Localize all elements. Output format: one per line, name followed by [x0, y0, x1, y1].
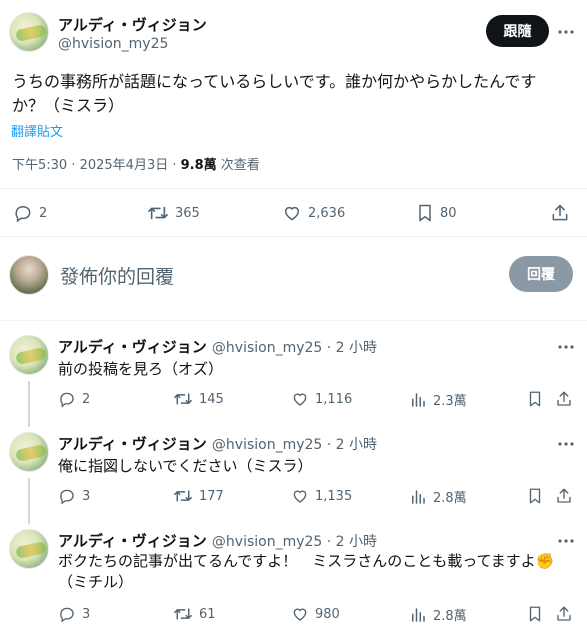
more-options-icon[interactable] — [556, 22, 576, 42]
analytics-icon — [409, 391, 427, 409]
repost-icon — [147, 203, 169, 223]
reply-count: 2 — [82, 391, 91, 407]
divider — [0, 236, 587, 237]
compose-reply-input[interactable]: 發佈你的回覆 — [60, 262, 174, 289]
repost-action[interactable]: 145 — [173, 390, 224, 408]
share-icon[interactable] — [555, 390, 573, 408]
reply-count: 3 — [82, 488, 91, 504]
heart-icon — [291, 605, 309, 623]
heart-icon — [291, 390, 309, 408]
like-action[interactable]: 980 — [291, 605, 340, 623]
reply-text: 前の投稿を見ろ（オズ） — [58, 360, 224, 378]
reply-icon — [58, 605, 76, 623]
repost-action[interactable]: 61 — [173, 605, 216, 623]
reply-meta[interactable]: @hvision_my25 · 2 小時 — [212, 534, 377, 550]
repost-count: 145 — [199, 391, 224, 407]
reply-display-name[interactable]: アルディ・ヴィジョン — [58, 338, 207, 356]
more-options-icon[interactable] — [556, 434, 576, 454]
like-count: 1,135 — [315, 488, 353, 504]
bookmark-icon[interactable] — [527, 390, 543, 408]
reply-action[interactable]: 3 — [58, 605, 90, 623]
analytics-icon — [409, 606, 427, 624]
views-action[interactable]: 2.8萬 — [409, 605, 467, 624]
post-timestamp-row: 下午5:30 · 2025年4月3日 · 9.8萬 次查看 — [12, 154, 260, 173]
reply-meta[interactable]: @hvision_my25 · 2 小時 — [212, 437, 377, 453]
views-count: 2.3萬 — [433, 394, 467, 409]
translate-post-link[interactable]: 翻譯貼文 — [11, 121, 63, 140]
views-count: 2.8萬 — [433, 609, 467, 624]
reply-icon — [13, 203, 33, 223]
heart-icon — [291, 487, 309, 505]
views-action[interactable]: 2.8萬 — [409, 487, 467, 506]
reply-avatar[interactable] — [9, 335, 49, 375]
post-text-line-2: か？（ミスラ） — [12, 96, 125, 115]
author-avatar[interactable] — [9, 12, 49, 52]
reply-avatar[interactable] — [9, 529, 49, 569]
repost-icon — [173, 487, 193, 505]
repost-count: 365 — [175, 205, 200, 221]
like-count: 1,116 — [315, 391, 353, 407]
bookmark-icon — [416, 203, 434, 223]
author-handle[interactable]: @hvision_my25 — [58, 36, 168, 52]
post-text: うちの事務所が話題になっているらしいです。誰か何かやらかしたんです か？（ミスラ… — [12, 70, 582, 118]
divider — [0, 320, 587, 321]
like-action[interactable]: 1,135 — [291, 487, 352, 505]
reply-icon — [58, 487, 76, 505]
bookmark-count: 80 — [440, 205, 457, 221]
reply-action[interactable]: 2 — [58, 390, 90, 408]
views-label: 次查看 — [216, 158, 260, 173]
reply-header: アルディ・ヴィジョン @hvision_my25 · 2 小時 — [58, 530, 377, 551]
reply-text-line-1: ボクたちの記事が出てるんですよ！ ミスラさんのことも載ってますよ✊ — [58, 552, 555, 570]
views-count: 2.8萬 — [433, 491, 467, 506]
post-text-line-1: うちの事務所が話題になっているらしいです。誰か何かやらかしたんです — [12, 72, 537, 91]
repost-action[interactable]: 365 — [147, 203, 200, 223]
reply-count: 3 — [82, 606, 91, 622]
reply-display-name[interactable]: アルディ・ヴィジョン — [58, 532, 207, 550]
reply-header: アルディ・ヴィジョン @hvision_my25 · 2 小時 — [58, 433, 377, 454]
bookmark-icon[interactable] — [527, 605, 543, 623]
reply-meta[interactable]: @hvision_my25 · 2 小時 — [212, 340, 377, 356]
bookmark-icon[interactable] — [527, 487, 543, 505]
thread-line — [28, 478, 30, 524]
more-options-icon[interactable] — [556, 531, 576, 551]
follow-button[interactable]: 跟隨 — [486, 15, 549, 47]
repost-action[interactable]: 177 — [173, 487, 224, 505]
share-icon[interactable] — [555, 605, 573, 623]
share-icon[interactable] — [555, 487, 573, 505]
reply-action[interactable]: 2 — [13, 203, 47, 223]
reply-count: 2 — [39, 205, 48, 221]
views-count: 9.8萬 — [180, 158, 217, 173]
reply-submit-button[interactable]: 回覆 — [509, 256, 573, 292]
bookmark-action[interactable]: 80 — [416, 203, 457, 223]
reply-action[interactable]: 3 — [58, 487, 90, 505]
repost-count: 61 — [199, 606, 216, 622]
like-action[interactable]: 1,116 — [291, 390, 352, 408]
author-display-name[interactable]: アルディ・ヴィジョン — [58, 14, 207, 35]
raised-fist-emoji: ✊ — [535, 552, 555, 570]
views-action[interactable]: 2.3萬 — [409, 390, 467, 409]
reply-text: 俺に指図しないでください（ミスラ） — [58, 457, 313, 475]
reply-text: ボクたちの記事が出てるんですよ！ ミスラさんのことも載ってますよ✊ （ミチル） — [58, 551, 583, 593]
reply-icon — [58, 390, 76, 408]
analytics-icon — [409, 488, 427, 506]
more-options-icon[interactable] — [556, 337, 576, 357]
my-avatar[interactable] — [9, 255, 49, 295]
like-action[interactable]: 2,636 — [282, 203, 345, 223]
repost-count: 177 — [199, 488, 224, 504]
repost-icon — [173, 390, 193, 408]
thread-line — [28, 381, 30, 427]
like-count: 980 — [315, 606, 340, 622]
heart-icon — [282, 203, 302, 223]
reply-text-line-2: （ミチル） — [58, 573, 134, 591]
repost-icon — [173, 605, 193, 623]
divider — [0, 188, 587, 189]
share-icon[interactable] — [550, 203, 570, 223]
reply-header: アルディ・ヴィジョン @hvision_my25 · 2 小時 — [58, 336, 377, 357]
post-timestamp[interactable]: 下午5:30 · 2025年4月3日 · — [12, 158, 181, 173]
like-count: 2,636 — [308, 205, 346, 221]
reply-avatar[interactable] — [9, 432, 49, 472]
reply-display-name[interactable]: アルディ・ヴィジョン — [58, 435, 207, 453]
